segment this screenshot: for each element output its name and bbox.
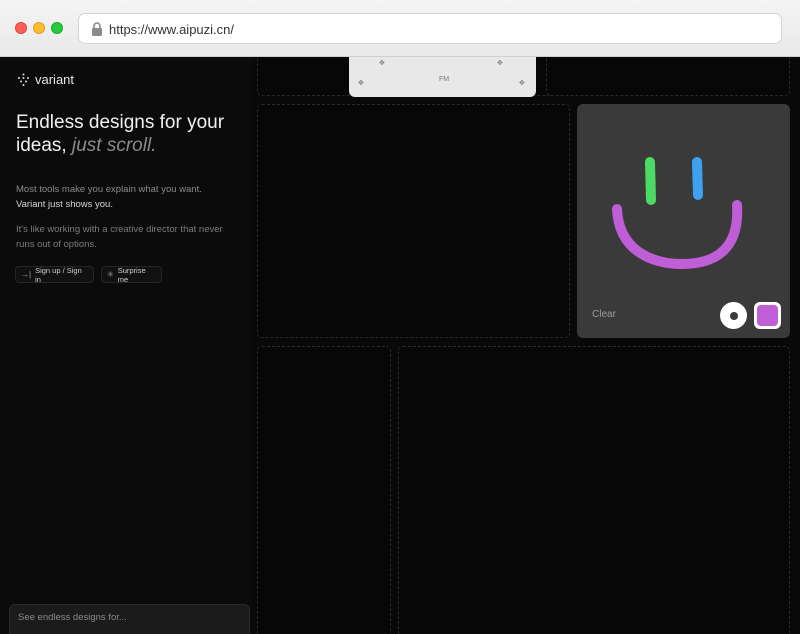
- color-picker-button[interactable]: [754, 302, 781, 329]
- design-tile[interactable]: [546, 57, 790, 96]
- brush-size-button[interactable]: [720, 302, 747, 329]
- left-eye-stroke: [645, 157, 656, 205]
- page-title: Endless designs for your ideas, just scr…: [16, 111, 241, 157]
- preview-glyph-icon: ✥: [519, 80, 525, 87]
- headline-italic: just scroll.: [71, 135, 157, 156]
- drawing-canvas-card[interactable]: Clear: [577, 104, 790, 338]
- sidebar: variant Endless designs for your ideas, …: [0, 57, 252, 634]
- close-window-button[interactable]: [15, 22, 27, 34]
- signin-button[interactable]: →| Sign up / Sign in: [15, 265, 94, 284]
- intro-text: Most tools make you explain what you wan…: [16, 184, 202, 195]
- logo-text: variant: [35, 71, 75, 87]
- zoom-window-button[interactable]: [51, 22, 63, 34]
- search-input[interactable]: See endless designs for...: [9, 604, 250, 634]
- logo[interactable]: variant: [17, 71, 74, 87]
- page-content: ✥ ✥ ✥ FM ✥ Clear variant Endless designs…: [0, 57, 800, 634]
- search-placeholder: See endless designs for...: [18, 612, 127, 623]
- intro-strong-text: Variant just shows you.: [16, 199, 113, 210]
- address-bar[interactable]: https://www.aipuzi.cn/: [78, 13, 782, 44]
- preview-mark: FM: [439, 76, 450, 83]
- design-tile[interactable]: [257, 346, 391, 634]
- preview-glyph-icon: ✥: [497, 60, 503, 67]
- design-tile[interactable]: [257, 104, 570, 338]
- browser-toolbar: https://www.aipuzi.cn/: [0, 0, 800, 57]
- design-tile[interactable]: [398, 346, 790, 634]
- variant-logo-icon: [18, 73, 29, 86]
- signin-icon: →|: [21, 270, 32, 279]
- clear-button[interactable]: Clear: [592, 309, 616, 320]
- preview-glyph-icon: ✥: [358, 80, 364, 87]
- surprise-label: Surprise me: [117, 265, 146, 284]
- preview-glyph-icon: ✥: [379, 60, 385, 67]
- intro-paragraph: Most tools make you explain what you wan…: [16, 182, 242, 212]
- minimize-window-button[interactable]: [33, 22, 45, 34]
- design-preview-card[interactable]: ✥ ✥ ✥ FM ✥: [349, 57, 536, 97]
- sparkle-icon: ✳: [107, 270, 114, 279]
- url-text: https://www.aipuzi.cn/: [109, 22, 234, 37]
- lock-icon: [92, 22, 102, 36]
- smile-stroke: [612, 200, 743, 270]
- signin-label: Sign up / Sign in: [35, 265, 82, 284]
- surprise-button[interactable]: ✳ Surprise me: [101, 265, 162, 284]
- right-eye-stroke: [692, 157, 703, 200]
- color-swatch: [757, 305, 778, 326]
- description-paragraph: It's like working with a creative direct…: [16, 224, 223, 250]
- brush-dot-icon: [729, 311, 738, 320]
